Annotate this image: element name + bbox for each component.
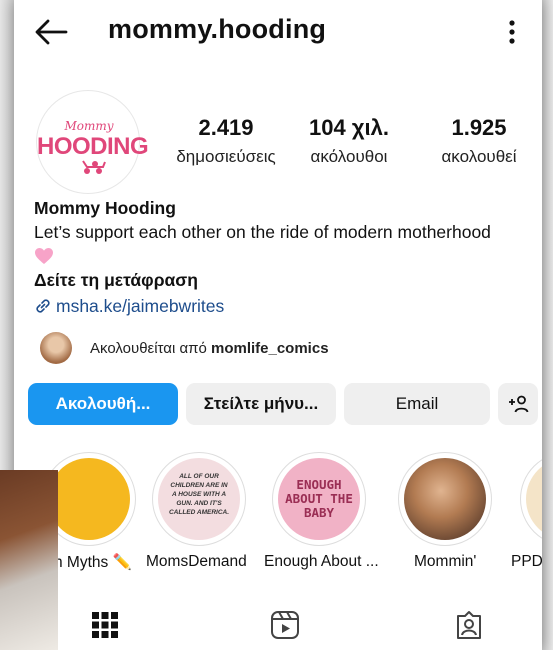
link-icon (36, 299, 50, 313)
stat-followers-value: 104 χιλ. (309, 115, 389, 140)
highlight-momsdemand-cover: ALL OF OUR CHILDREN ARE IN A HOUSE WITH … (158, 458, 240, 540)
momsdemand-cover-text: ALL OF OUR CHILDREN ARE IN A HOUSE WITH … (168, 473, 230, 516)
highlight-enough-about[interactable]: ENOUGH ABOUT THE BABY (272, 452, 366, 546)
follow-button[interactable]: Ακολουθή... (28, 383, 178, 425)
followed-by-text: Ακολουθείται από momlife_comics (90, 340, 329, 357)
highlight-mommin-label: Mommin' (414, 553, 477, 570)
highlight-momsdemand[interactable]: ALL OF OUR CHILDREN ARE IN A HOUSE WITH … (152, 452, 246, 546)
pink-heart-icon (35, 248, 53, 264)
back-arrow-icon[interactable] (34, 18, 68, 46)
see-translation-link[interactable]: Δείτε τη μετάφραση (34, 270, 198, 291)
followed-by-prefix: Ακολουθείται από (90, 340, 211, 357)
highlight-enough-about-label: Enough About ... (264, 553, 379, 570)
highlight-mommin[interactable] (398, 452, 492, 546)
profile-screen: mommy.hooding Mommy HOODING 2.419 δημοσι… (14, 0, 542, 650)
highlight-ppd-label: PPD (511, 553, 542, 570)
highlight-enough-about-cover: ENOUGH ABOUT THE BABY (278, 458, 360, 540)
highlight-ppd[interactable] (520, 452, 542, 546)
followed-by-user: momlife_comics (210, 340, 329, 357)
message-button[interactable]: Στείλτε μήνυ... (186, 383, 336, 425)
logo-script-text: Mommy (64, 119, 114, 133)
overlapping-photo (0, 470, 58, 650)
profile-username: mommy.hooding (108, 14, 327, 44)
bio-name: Mommy Hooding (34, 198, 176, 218)
stat-followers[interactable]: 104 χιλ. ακόλουθοι (294, 115, 404, 167)
grid-tab-icon[interactable] (90, 610, 120, 640)
enough-about-cover-text: ENOUGH ABOUT THE BABY (285, 477, 353, 520)
logo-main-text: HOODING (37, 133, 149, 160)
background-edge-right (541, 0, 553, 650)
stat-following[interactable]: 1.925 ακολουθεί (424, 115, 534, 167)
add-person-icon (509, 395, 529, 413)
bio-text: Let’s support each other on the ride of … (34, 222, 491, 242)
stat-posts[interactable]: 2.419 δημοσιεύσεις (166, 115, 286, 167)
add-person-button[interactable] (498, 383, 538, 425)
stat-following-value: 1.925 (451, 115, 507, 140)
highlight-myths-label: h Myths ✏️ (54, 554, 132, 571)
reels-tab-icon[interactable] (270, 610, 300, 640)
highlight-ppd-cover (526, 458, 542, 540)
highlight-myths-cover (48, 458, 130, 540)
profile-tab-bar (14, 596, 542, 650)
stroller-icon (82, 160, 106, 174)
stat-posts-value: 2.419 (198, 115, 254, 140)
highlight-momsdemand-label: MomsDemand (146, 553, 247, 570)
tagged-tab-icon[interactable] (454, 610, 484, 640)
top-bar: mommy.hooding (14, 0, 542, 62)
follower-avatar (40, 332, 72, 364)
stat-followers-label: ακόλουθοι (310, 147, 388, 166)
stat-following-label: ακολουθεί (441, 147, 517, 166)
stat-posts-label: δημοσιεύσεις (176, 147, 276, 166)
email-button[interactable]: Email (344, 383, 490, 425)
more-options-icon[interactable] (502, 16, 522, 48)
followed-by-row[interactable]: Ακολουθείται από momlife_comics (40, 332, 460, 366)
highlight-mommin-cover (404, 458, 486, 540)
bio-website-link[interactable]: msha.ke/jaimebwrites (56, 296, 224, 317)
profile-avatar[interactable]: Mommy HOODING (36, 90, 149, 194)
